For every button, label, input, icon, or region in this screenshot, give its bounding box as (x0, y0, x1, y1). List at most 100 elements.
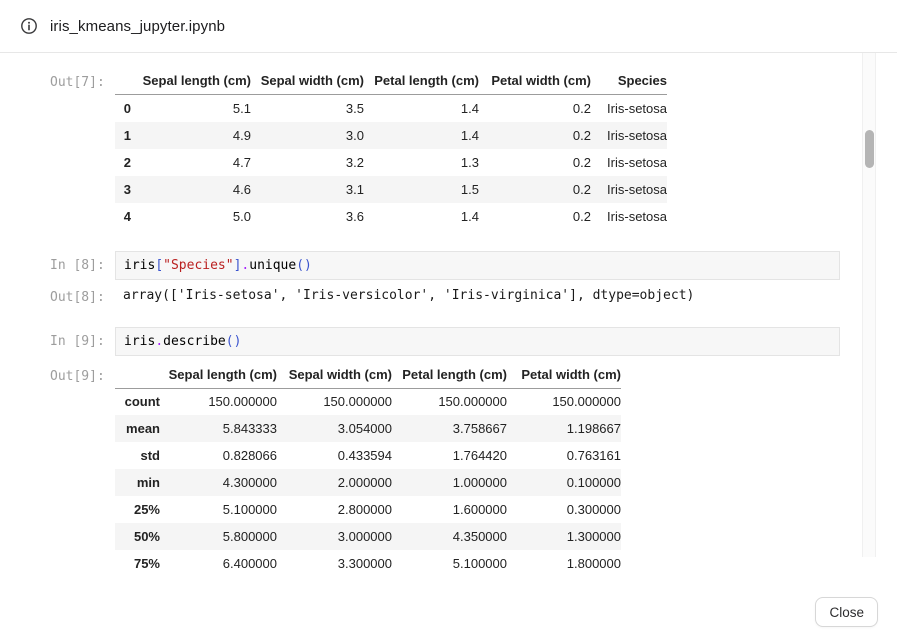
output-prompt: Out[8]: (50, 288, 115, 305)
row-index: 50% (115, 523, 160, 550)
code-token: describe (163, 334, 226, 349)
table-cell: 4.7 (131, 149, 251, 176)
code-token: "Species" (163, 258, 233, 273)
table-cell: 0.2 (479, 95, 591, 122)
table-cell: 5.100000 (160, 496, 277, 523)
table-cell: 4.350000 (392, 523, 507, 550)
table-cell: 150.000000 (160, 388, 277, 415)
table-header-row: Sepal length (cm)Sepal width (cm)Petal l… (115, 364, 621, 389)
table-cell: 1.4 (364, 95, 479, 122)
code-token: [ (155, 258, 163, 273)
table-cell: 1.300000 (507, 523, 621, 550)
notebook-preview[interactable]: Out[7]: Sepal length (cm)Sepal width (cm… (0, 53, 860, 586)
table-cell: 4.300000 (160, 469, 277, 496)
scrollbar-thumb[interactable] (865, 130, 874, 168)
table-cell: 3.1 (251, 176, 364, 203)
table-cell: 2.800000 (277, 496, 392, 523)
table-cell: 6.400000 (160, 550, 277, 577)
table-row: mean5.8433333.0540003.7586671.198667 (115, 415, 621, 442)
table-cell: 0.2 (479, 122, 591, 149)
table-cell: 3.5 (251, 95, 364, 122)
table-header-row: Sepal length (cm)Sepal width (cm)Petal l… (115, 70, 667, 95)
table-cell: 1.764420 (392, 442, 507, 469)
table-cell: 0.2 (479, 149, 591, 176)
table-cell: 1.000000 (392, 469, 507, 496)
row-index: min (115, 469, 160, 496)
column-header (115, 70, 131, 95)
table-cell: 2.000000 (277, 469, 392, 496)
table-cell: 1.5 (364, 176, 479, 203)
table-row: 34.63.11.50.2Iris-setosa (115, 176, 667, 203)
input-prompt: In [8]: (50, 251, 115, 273)
table-cell: 1.4 (364, 122, 479, 149)
row-index: 75% (115, 550, 160, 577)
row-index: 3 (115, 176, 131, 203)
table-row: 24.73.21.30.2Iris-setosa (115, 149, 667, 176)
column-header (115, 364, 160, 389)
code-token: () (226, 334, 242, 349)
table-cell: 0.433594 (277, 442, 392, 469)
output-prompt: Out[7]: (50, 70, 115, 90)
row-index: mean (115, 415, 160, 442)
column-header: Petal width (cm) (507, 364, 621, 389)
table-cell: 5.843333 (160, 415, 277, 442)
table-cell: 3.2 (251, 149, 364, 176)
table-cell: Iris-setosa (591, 95, 667, 122)
code-input: iris["Species"].unique() (115, 251, 840, 280)
table-cell: 1.600000 (392, 496, 507, 523)
table-cell: 3.0 (251, 122, 364, 149)
close-button[interactable]: Close (815, 597, 878, 627)
table-cell: 1.3 (364, 149, 479, 176)
file-title: iris_kmeans_jupyter.ipynb (50, 18, 225, 35)
table-cell: 1.4 (364, 203, 479, 230)
table-cell: 3.300000 (277, 550, 392, 577)
table-cell: 5.100000 (392, 550, 507, 577)
table-cell: 1.800000 (507, 550, 621, 577)
code-token: iris (124, 334, 155, 349)
column-header: Sepal length (cm) (160, 364, 277, 389)
table-cell: 1.198667 (507, 415, 621, 442)
row-index: std (115, 442, 160, 469)
table-cell: 150.000000 (507, 388, 621, 415)
row-index: count (115, 388, 160, 415)
row-index: 2 (115, 149, 131, 176)
column-header: Sepal width (cm) (251, 70, 364, 95)
code-token: unique (249, 258, 296, 273)
table-row: 05.13.51.40.2Iris-setosa (115, 95, 667, 122)
dataframe-describe-table: Sepal length (cm)Sepal width (cm)Petal l… (115, 364, 621, 578)
table-row: 25%5.1000002.8000001.6000000.300000 (115, 496, 621, 523)
table-row: 75%6.4000003.3000005.1000001.800000 (115, 550, 621, 577)
table-row: 45.03.61.40.2Iris-setosa (115, 203, 667, 230)
table-cell: 0.2 (479, 176, 591, 203)
table-cell: 5.0 (131, 203, 251, 230)
table-cell: 0.828066 (160, 442, 277, 469)
table-row: min4.3000002.0000001.0000000.100000 (115, 469, 621, 496)
table-cell: 3.758667 (392, 415, 507, 442)
table-cell: 3.000000 (277, 523, 392, 550)
column-header: Petal width (cm) (479, 70, 591, 95)
row-index: 0 (115, 95, 131, 122)
scrollbar-track[interactable] (862, 53, 876, 557)
table-row: 14.93.01.40.2Iris-setosa (115, 122, 667, 149)
code-input: iris.describe() (115, 327, 840, 356)
table-cell: 150.000000 (392, 388, 507, 415)
table-row: count150.000000150.000000150.000000150.0… (115, 388, 621, 415)
row-index: 25% (115, 496, 160, 523)
table-cell: Iris-setosa (591, 149, 667, 176)
table-cell: 0.300000 (507, 496, 621, 523)
column-header: Sepal width (cm) (277, 364, 392, 389)
table-cell: Iris-setosa (591, 203, 667, 230)
column-header: Petal length (cm) (392, 364, 507, 389)
table-cell: 3.6 (251, 203, 364, 230)
code-token: () (296, 258, 312, 273)
table-cell: 0.763161 (507, 442, 621, 469)
cell-out9: Out[9]: Sepal length (cm)Sepal width (cm… (50, 364, 860, 578)
cell-out7: Out[7]: Sepal length (cm)Sepal width (cm… (50, 70, 860, 230)
table-cell: Iris-setosa (591, 122, 667, 149)
info-icon (20, 17, 38, 35)
dataframe-head-table: Sepal length (cm)Sepal width (cm)Petal l… (115, 70, 667, 230)
table-cell: 4.9 (131, 122, 251, 149)
cell-in9: In [9]: iris.describe() (50, 327, 860, 356)
table-cell: 5.1 (131, 95, 251, 122)
table-cell: 5.800000 (160, 523, 277, 550)
